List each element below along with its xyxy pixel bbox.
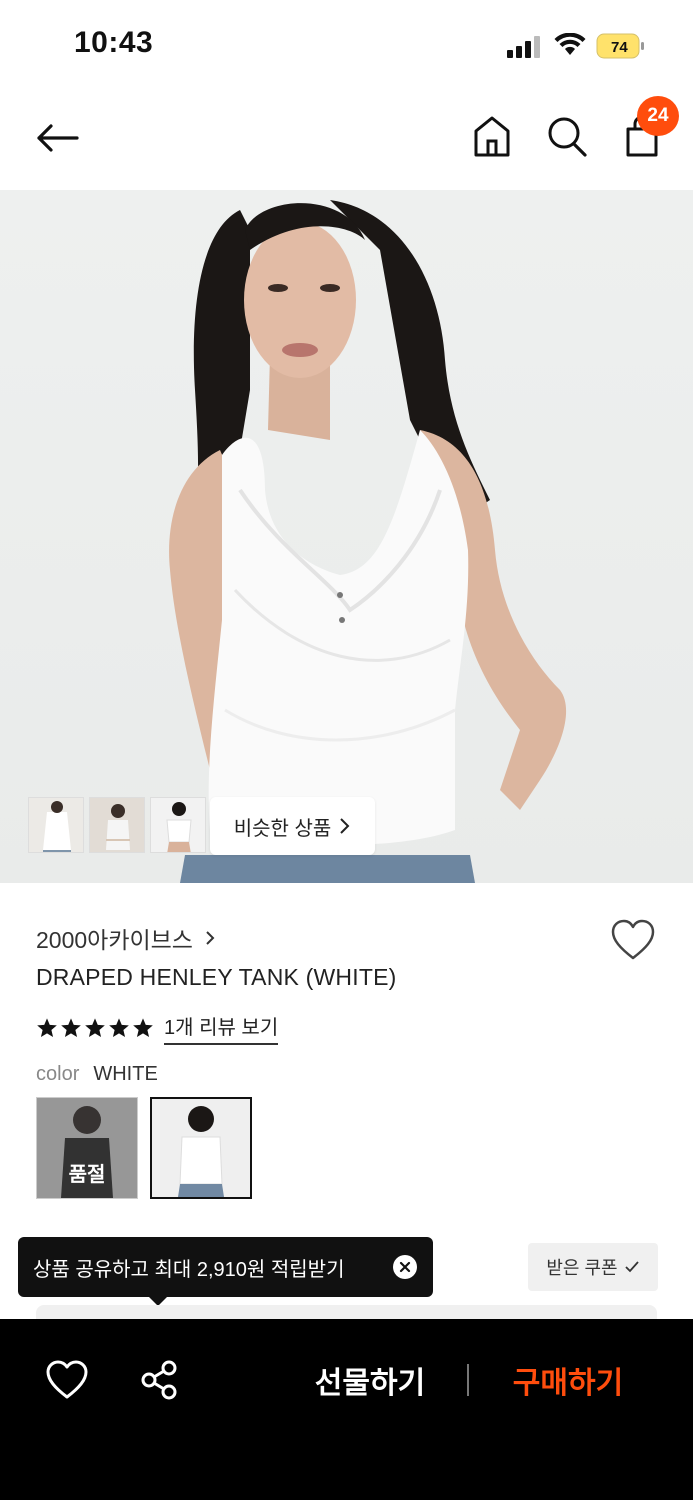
signal-icon bbox=[507, 36, 540, 58]
tooltip-text: 상품 공유하고 최대 2,910원 적립받기 bbox=[33, 1258, 345, 1281]
product-name: DRAPED HENLEY TANK (WHITE) bbox=[36, 964, 397, 990]
chevron-right-icon bbox=[206, 931, 215, 945]
check-icon bbox=[624, 1261, 639, 1273]
brand-link[interactable]: 2000아카이브스 bbox=[36, 921, 215, 955]
color-row: color WHITE bbox=[36, 1063, 158, 1086]
share-icon bbox=[141, 1360, 177, 1400]
received-coupon-button[interactable]: 받은 쿠폰 bbox=[528, 1243, 658, 1291]
thumbnail-1[interactable] bbox=[28, 797, 84, 853]
swatch-image bbox=[152, 1099, 250, 1197]
share-reward-tooltip: 상품 공유하고 최대 2,910원 적립받기 bbox=[18, 1237, 433, 1297]
action-divider bbox=[467, 1364, 469, 1396]
buy-button[interactable]: 구매하기 bbox=[498, 1357, 638, 1403]
bottom-wishlist-button[interactable] bbox=[45, 1359, 89, 1401]
back-arrow-icon bbox=[37, 124, 79, 152]
heart-outline-icon bbox=[46, 1360, 88, 1399]
heart-outline-icon bbox=[611, 919, 655, 960]
bottom-action-bar: 선물하기 구매하기 bbox=[0, 1319, 693, 1500]
thumbnail-3[interactable] bbox=[150, 797, 206, 853]
home-button[interactable] bbox=[470, 113, 514, 159]
battery-icon: 74 bbox=[596, 33, 644, 59]
color-label: color bbox=[36, 1063, 80, 1085]
rating-stars bbox=[36, 1017, 154, 1039]
model-photo bbox=[169, 200, 567, 883]
soldout-label: 품절 bbox=[68, 1164, 106, 1186]
star-icon bbox=[109, 1018, 129, 1037]
home-icon bbox=[474, 116, 510, 157]
gift-button[interactable]: 선물하기 bbox=[300, 1357, 440, 1403]
star-icon bbox=[37, 1018, 57, 1037]
similar-products-label: 비슷한 상품 bbox=[233, 817, 332, 840]
cart-count-badge: 24 bbox=[637, 96, 679, 136]
brand-name: 2000아카이브스 bbox=[36, 927, 193, 953]
color-swatch-soldout[interactable]: 품절 bbox=[36, 1097, 138, 1199]
search-icon bbox=[548, 117, 587, 157]
product-hero-image[interactable] bbox=[0, 190, 693, 883]
rating-row: 1개 리뷰 보기 bbox=[36, 1011, 279, 1045]
star-icon bbox=[85, 1018, 105, 1037]
thumbnail-strip bbox=[28, 797, 206, 855]
color-value: WHITE bbox=[93, 1063, 158, 1085]
wishlist-button[interactable] bbox=[610, 918, 656, 962]
nav-bar bbox=[0, 95, 693, 185]
share-button[interactable] bbox=[138, 1359, 180, 1401]
battery-level: 74 bbox=[611, 39, 628, 56]
wifi-icon bbox=[554, 33, 586, 55]
similar-products-button[interactable]: 비슷한 상품 bbox=[210, 797, 375, 855]
back-button[interactable] bbox=[34, 115, 80, 161]
color-swatch-white[interactable] bbox=[150, 1097, 252, 1199]
chevron-right-icon bbox=[340, 818, 350, 834]
status-bar: 10:43 74 bbox=[0, 0, 693, 90]
star-icon bbox=[133, 1018, 153, 1037]
review-link[interactable]: 1개 리뷰 보기 bbox=[164, 1011, 279, 1045]
tooltip-close-button[interactable] bbox=[393, 1255, 417, 1279]
status-time: 10:43 bbox=[74, 26, 154, 59]
coupon-label: 받은 쿠폰 bbox=[546, 1258, 618, 1278]
search-button[interactable] bbox=[545, 113, 589, 159]
thumbnail-2[interactable] bbox=[89, 797, 145, 853]
close-icon bbox=[399, 1261, 411, 1273]
star-icon bbox=[61, 1018, 81, 1037]
section-divider bbox=[36, 1305, 657, 1319]
